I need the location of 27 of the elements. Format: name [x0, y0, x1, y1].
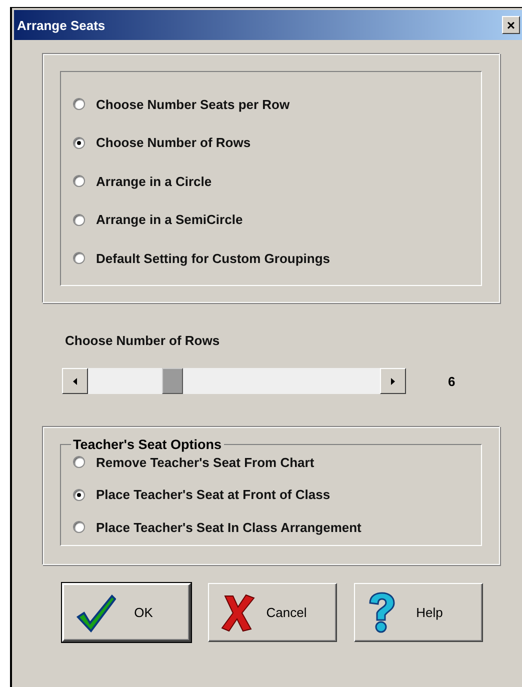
slider-value: 6	[448, 374, 456, 388]
help-button[interactable]: Help	[354, 583, 483, 642]
ok-button[interactable]: OK	[62, 583, 191, 642]
radio-button[interactable]	[73, 456, 85, 468]
radio-label[interactable]: Place Teacher's Seat at Front of Class	[96, 487, 330, 502]
radio-button[interactable]	[73, 488, 85, 500]
close-button[interactable]: ×	[502, 16, 520, 34]
radio-label[interactable]: Choose Number Seats per Row	[96, 96, 290, 112]
radio-label[interactable]: Remove Teacher's Seat From Chart	[96, 454, 314, 470]
checkmark-icon	[76, 592, 116, 632]
radio-button[interactable]	[73, 98, 85, 110]
radio-button[interactable]	[73, 252, 85, 264]
radio-button[interactable]	[73, 214, 85, 226]
radio-label[interactable]: Choose Number of Rows	[96, 135, 251, 150]
radio-label[interactable]: Arrange in a SemiCircle	[96, 212, 243, 227]
radio-label[interactable]: Default Setting for Custom Groupings	[96, 250, 330, 266]
group-legend: Teacher's Seat Options	[71, 437, 224, 452]
radio-button[interactable]	[73, 136, 85, 148]
radio-label[interactable]: Arrange in a Circle	[96, 174, 212, 188]
cancel-button[interactable]: Cancel	[208, 583, 337, 642]
question-mark-icon	[367, 592, 395, 634]
cross-icon	[221, 594, 255, 632]
radio-label[interactable]: Place Teacher's Seat In Class Arrangement	[96, 520, 362, 534]
radio-button[interactable]	[73, 175, 85, 187]
window-title: Arrange Seats	[17, 18, 106, 32]
slider-label: Choose Number of Rows	[65, 333, 221, 348]
radio-button[interactable]	[73, 521, 85, 533]
